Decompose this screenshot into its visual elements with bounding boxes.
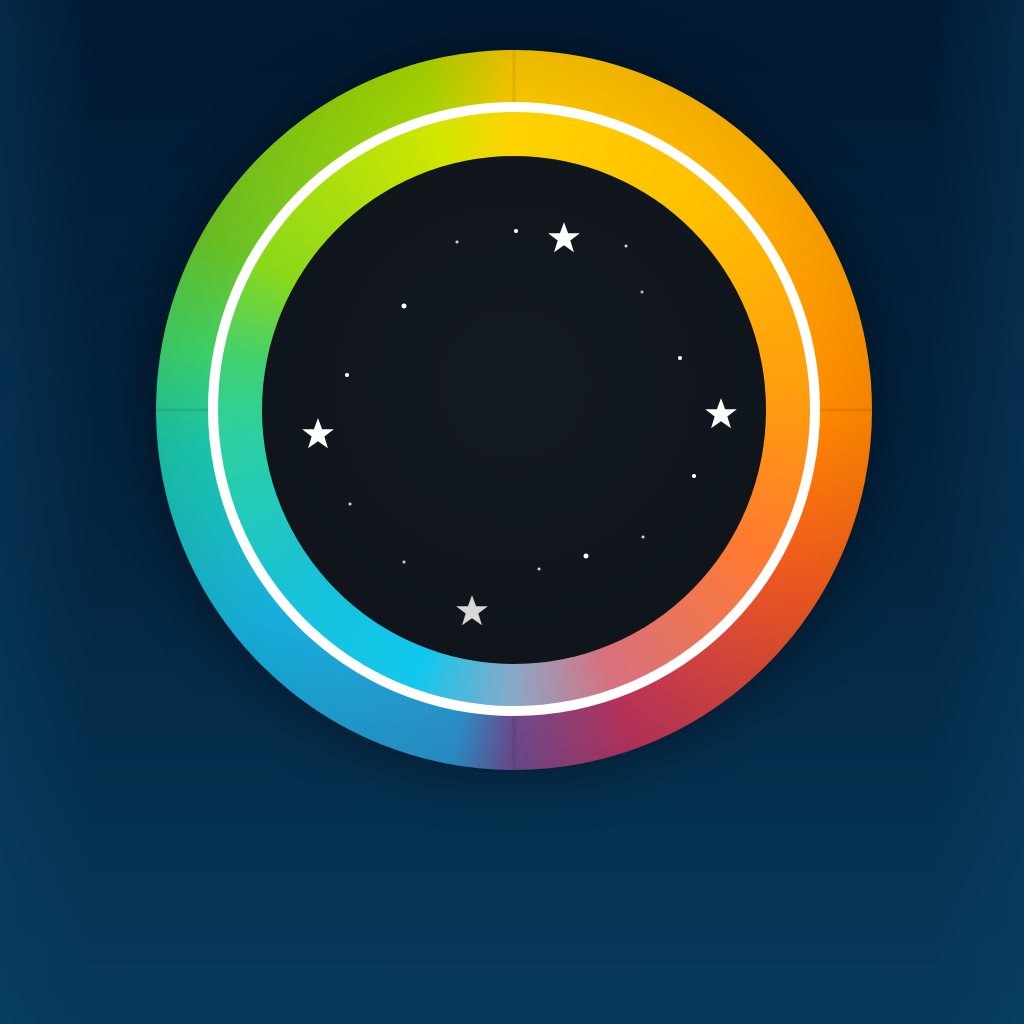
sparkle-dot [678, 356, 682, 360]
sparkle-dot [401, 303, 407, 309]
sparkle-dot [537, 567, 541, 571]
star-icon [302, 418, 334, 449]
sparkle-dot [345, 373, 349, 377]
star-icon [548, 222, 580, 253]
star-icon [705, 398, 737, 429]
sparkle-dot [583, 553, 589, 559]
sparkle-dot [692, 474, 696, 478]
sparkle-dot [348, 502, 352, 506]
sparkle-dot [402, 560, 406, 564]
sparkle-dot [455, 240, 459, 244]
game-screen [0, 0, 1024, 1024]
sparkle-dot [624, 244, 628, 248]
sparkle-dot [514, 229, 518, 233]
star-icon [456, 595, 488, 626]
space-center [262, 156, 766, 664]
sparkle-dot [641, 535, 645, 539]
sparkle-dot [640, 290, 644, 294]
